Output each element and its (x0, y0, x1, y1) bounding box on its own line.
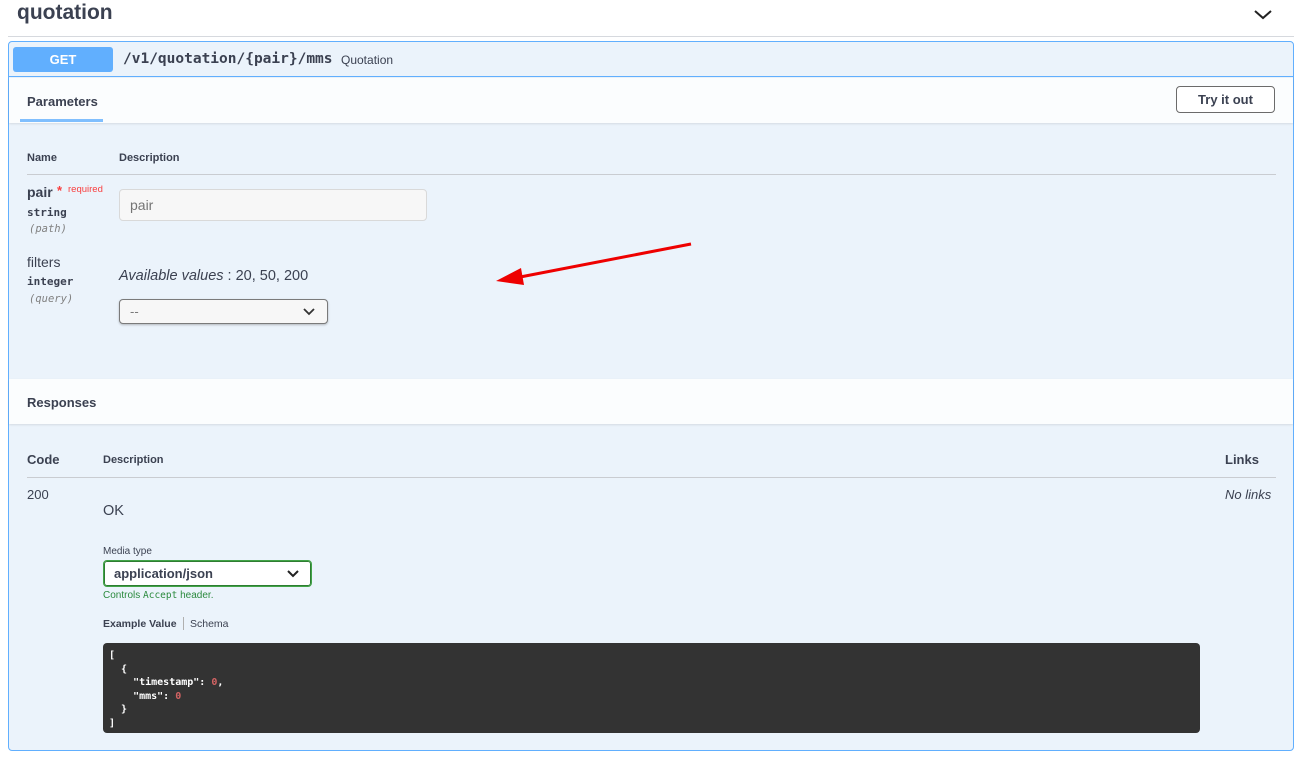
http-method-badge: GET (13, 47, 113, 72)
media-type-value: application/json (114, 566, 213, 581)
controls-accept-note: Controls Accept header. (103, 590, 214, 601)
col-head-response-description: Description (103, 454, 164, 466)
tag-title: quotation (17, 1, 113, 24)
col-head-links: Links (1225, 452, 1259, 467)
col-head-description: Description (119, 152, 180, 164)
filters-select[interactable]: -- (119, 299, 328, 324)
col-head-code: Code (27, 452, 60, 467)
code-line: ] (109, 717, 116, 729)
required-label: required (68, 184, 103, 195)
parameters-header: Parameters Try it out (9, 78, 1293, 123)
tag-header[interactable]: quotation (8, 0, 1294, 37)
code-line: { (109, 663, 128, 675)
params-divider (27, 174, 1276, 175)
controls-prefix: Controls (103, 590, 144, 601)
code-number: 0 (175, 690, 182, 702)
media-type-label: Media type (103, 546, 152, 557)
response-description: OK (103, 503, 124, 519)
responses-divider (27, 477, 1276, 478)
filters-select-value: -- (130, 304, 139, 319)
chevron-down-icon[interactable] (1252, 5, 1274, 23)
pair-input[interactable] (119, 189, 427, 221)
operation-block: GET /v1/quotation/{pair}/mms Quotation P… (8, 41, 1294, 751)
param-name-filters: filters (27, 254, 61, 270)
chevron-down-icon (287, 570, 299, 578)
tab-example-value[interactable]: Example Value (103, 618, 177, 630)
code-line: } (109, 704, 128, 715)
operation-path: /v1/quotation/{pair}/mms (123, 51, 333, 67)
code-line: "timestamp": (109, 677, 212, 688)
param-type-filters: integer (27, 275, 74, 288)
param-name-pair: pair (27, 184, 53, 200)
available-values-list: : 20, 50, 200 (223, 268, 309, 284)
example-value-code: [ { "timestamp": 0, "mms": 0 } ] (103, 643, 1200, 733)
required-star: * (57, 183, 63, 198)
tab-active-indicator (20, 119, 103, 122)
tab-parameters[interactable]: Parameters (27, 94, 98, 109)
param-in-filters: (query) (29, 293, 74, 305)
try-it-out-button[interactable]: Try it out (1176, 86, 1275, 113)
response-links: No links (1225, 487, 1272, 502)
tab-schema[interactable]: Schema (190, 618, 229, 630)
operation-summary[interactable]: GET /v1/quotation/{pair}/mms Quotation (9, 42, 1293, 77)
code-line: [ (109, 650, 116, 661)
response-code: 200 (27, 487, 49, 502)
operation-summary-text: Quotation (341, 53, 394, 67)
param-type-pair: string (27, 206, 67, 219)
param-in-pair: (path) (29, 223, 67, 235)
responses-title: Responses (27, 395, 97, 410)
available-values-label: Available values (119, 268, 224, 284)
responses-header: Responses (9, 379, 1293, 424)
code-number: 0 (211, 677, 218, 688)
tab-separator (183, 617, 184, 630)
col-head-name: Name (27, 152, 57, 164)
controls-code: Accept (143, 590, 178, 601)
chevron-down-icon (303, 308, 315, 316)
controls-suffix: header. (177, 590, 214, 601)
available-values: Available values : 20, 50, 200 (119, 268, 308, 284)
media-type-select[interactable]: application/json (103, 560, 312, 587)
code-line: "mms": (109, 690, 176, 702)
